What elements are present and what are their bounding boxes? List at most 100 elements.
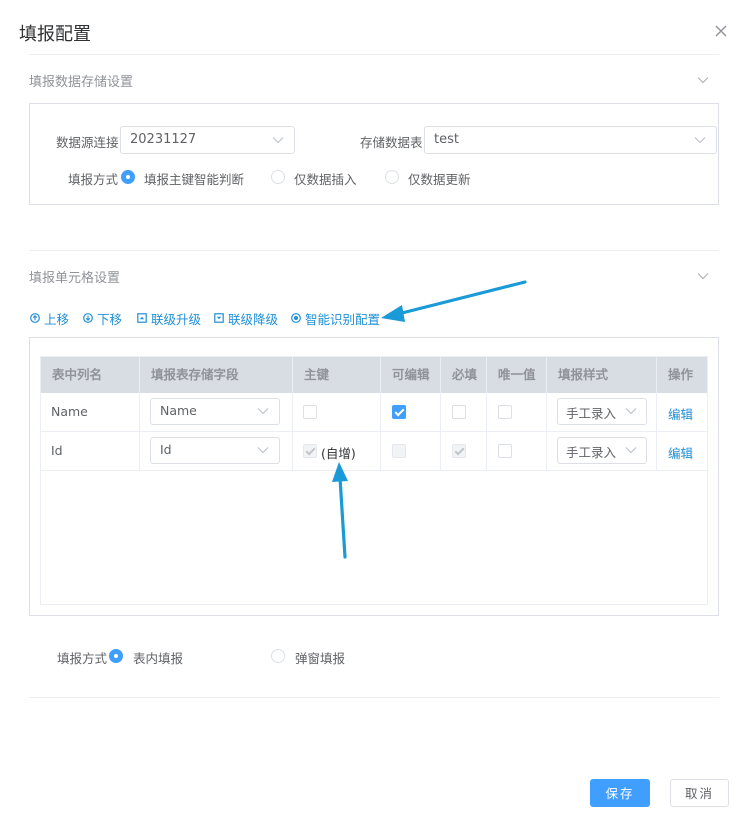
required-checkbox[interactable]: [452, 405, 466, 419]
editable-checkbox[interactable]: [392, 444, 406, 458]
save-button[interactable]: 保存: [590, 779, 650, 807]
field-value: Name: [160, 403, 197, 418]
action-cell: 编辑: [657, 393, 707, 431]
field-value: Id: [160, 442, 172, 457]
editable-cell: [381, 432, 441, 470]
table-value: test: [434, 132, 459, 147]
field-cell: Name: [140, 393, 293, 431]
datasource-value: 20231127: [130, 132, 197, 147]
chevron-down-icon: [272, 137, 284, 144]
move-up-button[interactable]: 上移: [30, 310, 70, 327]
mode-option-update[interactable]: 仅数据更新: [408, 169, 471, 188]
storage-section-title[interactable]: 填报数据存储设置: [29, 71, 133, 90]
field-select[interactable]: Name: [150, 398, 280, 425]
fill-mode-radio-inline[interactable]: [109, 649, 123, 663]
unique-cell: [487, 432, 547, 470]
smart-config-label: 智能识别配置: [305, 311, 381, 327]
bottom-divider: [29, 697, 719, 698]
config-dialog: 填报配置 填报数据存储设置 数据源连接 20231127 存储数据表 test …: [0, 0, 749, 826]
column-header: 填报样式: [547, 357, 657, 393]
mode-label: 填报方式: [68, 172, 119, 187]
dialog-title: 填报配置: [19, 24, 91, 45]
unique-cell: [487, 393, 547, 431]
required-checkbox[interactable]: [452, 444, 466, 458]
chevron-down-icon: [694, 137, 706, 144]
cells-table: 表中列名 填报表存储字段 主键 可编辑 必填 唯一值 填报样式 操作 Name …: [40, 356, 708, 605]
arrow-up-circle-icon: [30, 313, 40, 323]
square-down-icon: [214, 313, 224, 323]
field-cell: Id: [140, 432, 293, 470]
table-label: 存储数据表: [360, 135, 423, 150]
edit-link[interactable]: 编辑: [668, 443, 693, 462]
primary-key-checkbox[interactable]: [303, 405, 317, 419]
mode-radio-smart[interactable]: [121, 170, 135, 184]
move-up-label: 上移: [44, 311, 70, 327]
arrow-down-circle-icon: [83, 313, 93, 323]
close-icon[interactable]: [712, 22, 730, 40]
column-name: Id: [51, 443, 63, 458]
column-header: 操作: [668, 367, 694, 382]
cascade-down-label: 联级降级: [228, 311, 279, 327]
column-header: 表中列名: [41, 357, 140, 393]
chevron-down-icon: [257, 447, 269, 454]
move-down-button[interactable]: 下移: [83, 310, 123, 327]
datasource-select[interactable]: 20231127: [120, 126, 295, 154]
chevron-down-icon: [625, 447, 637, 454]
table-row: Id Id (自增) 手工录入 编辑: [41, 432, 707, 471]
column-name: Name: [51, 404, 88, 419]
column-header: 填报表存储字段: [140, 357, 293, 393]
fill-mode-option-inline[interactable]: 表内填报: [133, 648, 183, 667]
storage-panel: 数据源连接 20231127 存储数据表 test 填报方式 填报主键智能判断 …: [29, 103, 719, 205]
annotation-arrow-smart-config: [381, 280, 527, 322]
action-cell: 编辑: [657, 432, 707, 470]
style-value: 手工录入: [566, 406, 617, 421]
column-header: 唯一值: [487, 357, 547, 393]
edit-link[interactable]: 编辑: [668, 404, 693, 423]
cascade-up-label: 联级升级: [151, 311, 202, 327]
style-select[interactable]: 手工录入: [557, 398, 647, 425]
move-down-label: 下移: [97, 311, 123, 327]
table-header: 表中列名 填报表存储字段 主键 可编辑 必填 唯一值 填报样式 操作: [41, 357, 707, 393]
mode-radio-insert[interactable]: [271, 170, 285, 184]
cascade-down-button[interactable]: 联级降级: [214, 310, 279, 327]
unique-checkbox[interactable]: [498, 444, 512, 458]
required-cell: [441, 393, 487, 431]
style-value: 手工录入: [566, 445, 617, 460]
auto-increment-note: (自增): [321, 446, 356, 461]
field-select[interactable]: Id: [150, 437, 280, 464]
square-up-icon: [137, 313, 147, 323]
chevron-down-icon: [625, 408, 637, 415]
mode-radio-update[interactable]: [385, 170, 399, 184]
target-circle-icon: [291, 313, 301, 323]
name-cell: Name: [41, 393, 140, 431]
style-cell: 手工录入: [547, 393, 657, 431]
chevron-down-icon: [257, 408, 269, 415]
mode-option-insert[interactable]: 仅数据插入: [294, 169, 357, 188]
mode-option-smart[interactable]: 填报主键智能判断: [144, 169, 244, 188]
fill-mode-radio-popup[interactable]: [271, 649, 285, 663]
primary-key-checkbox[interactable]: [303, 444, 317, 458]
editable-cell: [381, 393, 441, 431]
pk-cell: [293, 393, 381, 431]
column-header: 主键: [293, 357, 381, 393]
chevron-down-icon[interactable]: [696, 269, 710, 283]
fill-mode-label: 填报方式: [57, 651, 108, 666]
datasource-label: 数据源连接: [56, 135, 119, 150]
pk-cell: (自增): [293, 432, 381, 470]
editable-checkbox[interactable]: [392, 405, 406, 419]
section-divider: [29, 250, 719, 251]
unique-checkbox[interactable]: [498, 405, 512, 419]
fill-mode-option-popup[interactable]: 弹窗填报: [295, 648, 345, 667]
table-row: Name Name 手工录入 编辑: [41, 393, 707, 432]
style-select[interactable]: 手工录入: [557, 437, 647, 464]
column-header: 可编辑: [381, 357, 441, 393]
chevron-down-icon[interactable]: [696, 73, 710, 87]
required-cell: [441, 432, 487, 470]
cascade-up-button[interactable]: 联级升级: [137, 310, 202, 327]
name-cell: Id: [41, 432, 140, 470]
smart-config-button[interactable]: 智能识别配置: [291, 310, 381, 327]
cancel-button[interactable]: 取消: [670, 779, 729, 807]
header-divider: [29, 54, 719, 55]
table-select[interactable]: test: [424, 126, 717, 154]
cells-section-title[interactable]: 填报单元格设置: [29, 267, 120, 286]
